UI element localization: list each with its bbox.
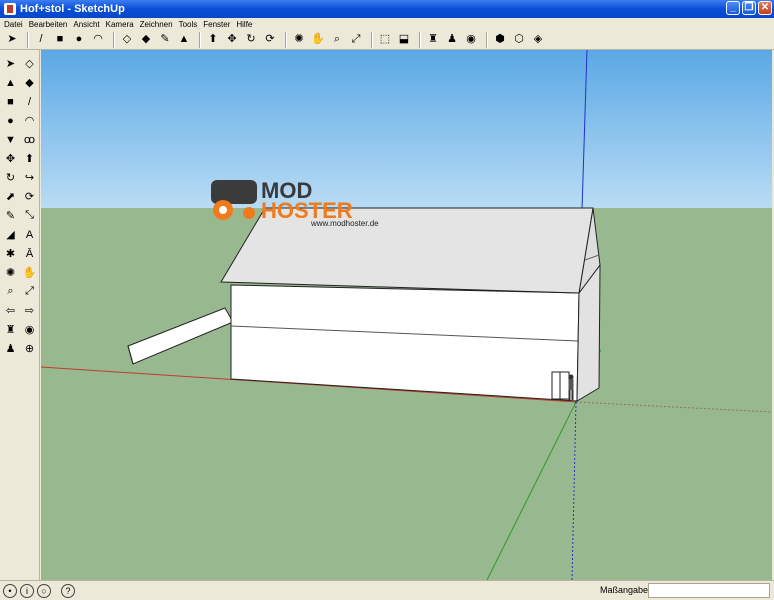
tape-measure-icon[interactable]: ✎: [157, 32, 173, 48]
user-icon[interactable]: ○: [37, 583, 51, 598]
close-button[interactable]: ✕: [758, 1, 772, 15]
geo-location-icon[interactable]: •: [3, 583, 17, 598]
sky: [41, 50, 772, 208]
sketchup-logo-icon: [4, 3, 16, 15]
watermark-url: www.modhoster.de: [310, 219, 379, 228]
zoom-extents-icon[interactable]: ⤢: [20, 282, 39, 301]
select-arrow-icon[interactable]: ➤: [1, 54, 20, 73]
menu-datei[interactable]: Datei: [4, 20, 23, 29]
position-camera-icon[interactable]: ♜: [1, 320, 20, 339]
rectangle-icon[interactable]: ■: [52, 32, 68, 48]
zoom-extents-icon[interactable]: ⤢: [348, 32, 364, 48]
materials-icon[interactable]: ◈: [530, 32, 546, 48]
minimize-button[interactable]: _: [726, 1, 740, 15]
maximize-button[interactable]: ❐: [742, 1, 756, 15]
measurements-label: Maßangaben: [600, 585, 654, 595]
toolbar-separator: [419, 31, 421, 48]
circle-icon[interactable]: ●: [71, 32, 87, 48]
line-pencil-icon[interactable]: /: [33, 32, 49, 48]
window-controls: _ ❐ ✕: [726, 1, 772, 15]
pan-icon[interactable]: ✋: [20, 263, 39, 282]
menu-ansicht[interactable]: Ansicht: [73, 20, 99, 29]
push-pull-icon[interactable]: ⬆: [205, 32, 221, 48]
paint-bucket-icon[interactable]: ▲: [176, 32, 192, 48]
section-plane-icon[interactable]: ⊕: [20, 339, 39, 358]
watermark-tractor-icon: [211, 180, 257, 204]
3d-viewport[interactable]: MOD HOSTER www.modhoster.de: [41, 50, 772, 580]
menu-fenster[interactable]: Fenster: [203, 20, 230, 29]
eraser-icon[interactable]: ◆: [20, 73, 39, 92]
axes-icon[interactable]: ✱: [1, 244, 20, 263]
status-bar: • i ○ ? Maßangaben: [0, 580, 774, 600]
push-pull-icon[interactable]: ⬆: [20, 149, 39, 168]
look-around-icon[interactable]: ◉: [20, 320, 39, 339]
eraser-icon[interactable]: ◆: [138, 32, 154, 48]
pan-icon[interactable]: ✋: [310, 32, 326, 48]
title-bar: Hof+stol - SketchUp _ ❐ ✕: [0, 0, 774, 18]
offset-icon[interactable]: ⟳: [262, 32, 278, 48]
walk-icon[interactable]: ♟: [1, 339, 20, 358]
menu-hilfe[interactable]: Hilfe: [236, 20, 252, 29]
toolbar-separator: [113, 31, 115, 48]
circle-icon[interactable]: ●: [1, 111, 20, 130]
polygon-icon[interactable]: ▼: [1, 130, 20, 149]
text-icon[interactable]: A: [20, 225, 39, 244]
menu-bearbeiten[interactable]: Bearbeiten: [29, 20, 68, 29]
credits-icon[interactable]: i: [20, 583, 34, 598]
menu-kamera[interactable]: Kamera: [106, 20, 134, 29]
paint-bucket-icon[interactable]: ▲: [1, 73, 20, 92]
share-model-icon[interactable]: ⬓: [396, 32, 412, 48]
zoom-icon[interactable]: ⌕: [1, 282, 20, 301]
scale-icon[interactable]: ⬈: [1, 187, 20, 206]
rotate-icon[interactable]: ↻: [243, 32, 259, 48]
get-photo-texture-icon[interactable]: ⬢: [492, 32, 508, 48]
arc-icon[interactable]: ◠: [20, 111, 39, 130]
toolbar-separator: [199, 31, 201, 48]
previous-view-icon[interactable]: ⇦: [1, 301, 20, 320]
offset-icon[interactable]: ⟳: [20, 187, 39, 206]
status-icons: • i ○: [0, 583, 51, 598]
tape-measure-icon[interactable]: ✎: [1, 206, 20, 225]
move-icon[interactable]: ✥: [1, 149, 20, 168]
3d-text-icon[interactable]: Ā: [20, 244, 39, 263]
get-models-icon[interactable]: ⬚: [377, 32, 393, 48]
next-view-icon[interactable]: ⇨: [20, 301, 39, 320]
menu-zeichnen[interactable]: Zeichnen: [140, 20, 173, 29]
dimension-icon[interactable]: ⤡: [20, 206, 39, 225]
tools-palette: ➤ ◇ ▲ ◆ ■ / ● ◠ ▼ ꝏ ✥ ⬆ ↻ ↪ ⬈ ⟳ ✎ ⤡ ◢ A ✱ Ā ✺ ✋ ⌕ ⤢ ⇦ ⇨ ♜ ◉ ♟ ⊕: [0, 50, 40, 580]
main-toolbar: ➤ / ■ ● ◠ ◇ ◆ ✎ ▲ ⬆ ✥ ↻ ⟳ ✺ ✋ ⌕ ⤢ ⬚ ⬓ ♜ ♟ ◉ ⬢ ⬡ ◈: [0, 30, 774, 50]
select-arrow-icon[interactable]: ➤: [4, 32, 20, 48]
zoom-icon[interactable]: ⌕: [329, 32, 345, 48]
menu-bar: Datei Bearbeiten Ansicht Kamera Zeichnen Tool…: [0, 18, 774, 30]
toolbar-separator: [486, 31, 488, 48]
menu-tools[interactable]: Tools: [179, 20, 198, 29]
freehand-icon[interactable]: ꝏ: [20, 130, 39, 149]
line-pencil-icon[interactable]: /: [20, 92, 39, 111]
measurements-input[interactable]: [648, 583, 770, 598]
move-icon[interactable]: ✥: [224, 32, 240, 48]
walk-icon[interactable]: ♟: [444, 32, 460, 48]
help-icon[interactable]: ?: [61, 583, 75, 598]
toolbar-separator: [27, 31, 29, 48]
make-component-icon[interactable]: ◇: [119, 32, 135, 48]
follow-me-icon[interactable]: ↪: [20, 168, 39, 187]
rectangle-icon[interactable]: ■: [1, 92, 20, 111]
window-title: Hof+stol - SketchUp: [20, 3, 125, 15]
scene-canvas[interactable]: MOD HOSTER www.modhoster.de: [41, 50, 772, 580]
components-icon[interactable]: ⬡: [511, 32, 527, 48]
look-around-icon[interactable]: ◉: [463, 32, 479, 48]
arc-icon[interactable]: ◠: [90, 32, 106, 48]
protractor-icon[interactable]: ◢: [1, 225, 20, 244]
position-camera-icon[interactable]: ♜: [425, 32, 441, 48]
toolbar-separator: [371, 31, 373, 48]
make-component-icon[interactable]: ◇: [20, 54, 39, 73]
orbit-icon[interactable]: ✺: [1, 263, 20, 282]
orbit-icon[interactable]: ✺: [291, 32, 307, 48]
toolbar-separator: [285, 31, 287, 48]
rotate-icon[interactable]: ↻: [1, 168, 20, 187]
